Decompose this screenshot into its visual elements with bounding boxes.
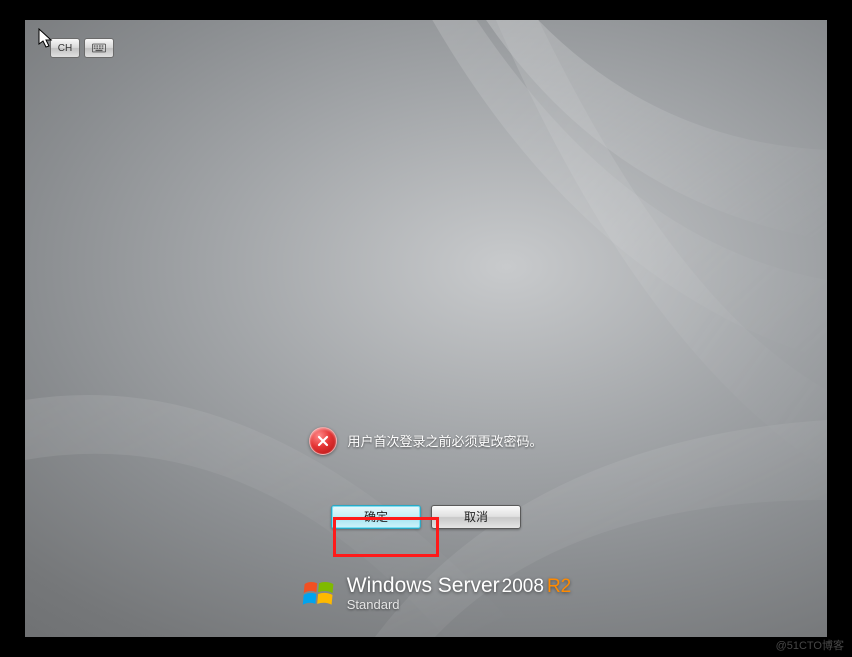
login-button-row: 确定 取消 — [331, 505, 521, 529]
brand-product-line: Windows Server2008R2 — [347, 574, 571, 598]
keyboard-icon — [92, 43, 106, 53]
cancel-button[interactable]: 取消 — [431, 505, 521, 529]
ime-indicator-button[interactable]: CH — [50, 38, 80, 58]
login-message-row: 用户首次登录之前必须更改密码。 — [309, 427, 542, 455]
on-screen-keyboard-button[interactable] — [84, 38, 114, 58]
ime-label: CH — [58, 43, 72, 54]
brand-server: Server — [438, 574, 500, 597]
login-screen: CH 用户首次登录之前必须更改密码。 确定 取消 — [25, 20, 827, 637]
ok-button[interactable]: 确定 — [331, 505, 421, 529]
error-icon — [309, 427, 337, 455]
brand-windows: Windows — [347, 574, 432, 597]
brand-text: Windows Server2008R2 Standard — [347, 574, 571, 612]
brand-edition: Standard — [347, 598, 571, 612]
brand-r2: R2 — [547, 576, 571, 597]
windows-logo-icon — [301, 576, 337, 612]
brand-year: 2008 — [502, 576, 544, 597]
login-message-text: 用户首次登录之前必须更改密码。 — [347, 431, 542, 450]
watermark-text: @51CTO博客 — [776, 637, 844, 653]
language-bar: CH — [50, 38, 114, 58]
login-content: 用户首次登录之前必须更改密码。 确定 取消 Windows Server2008… — [25, 20, 827, 637]
os-branding: Windows Server2008R2 Standard — [301, 574, 571, 612]
